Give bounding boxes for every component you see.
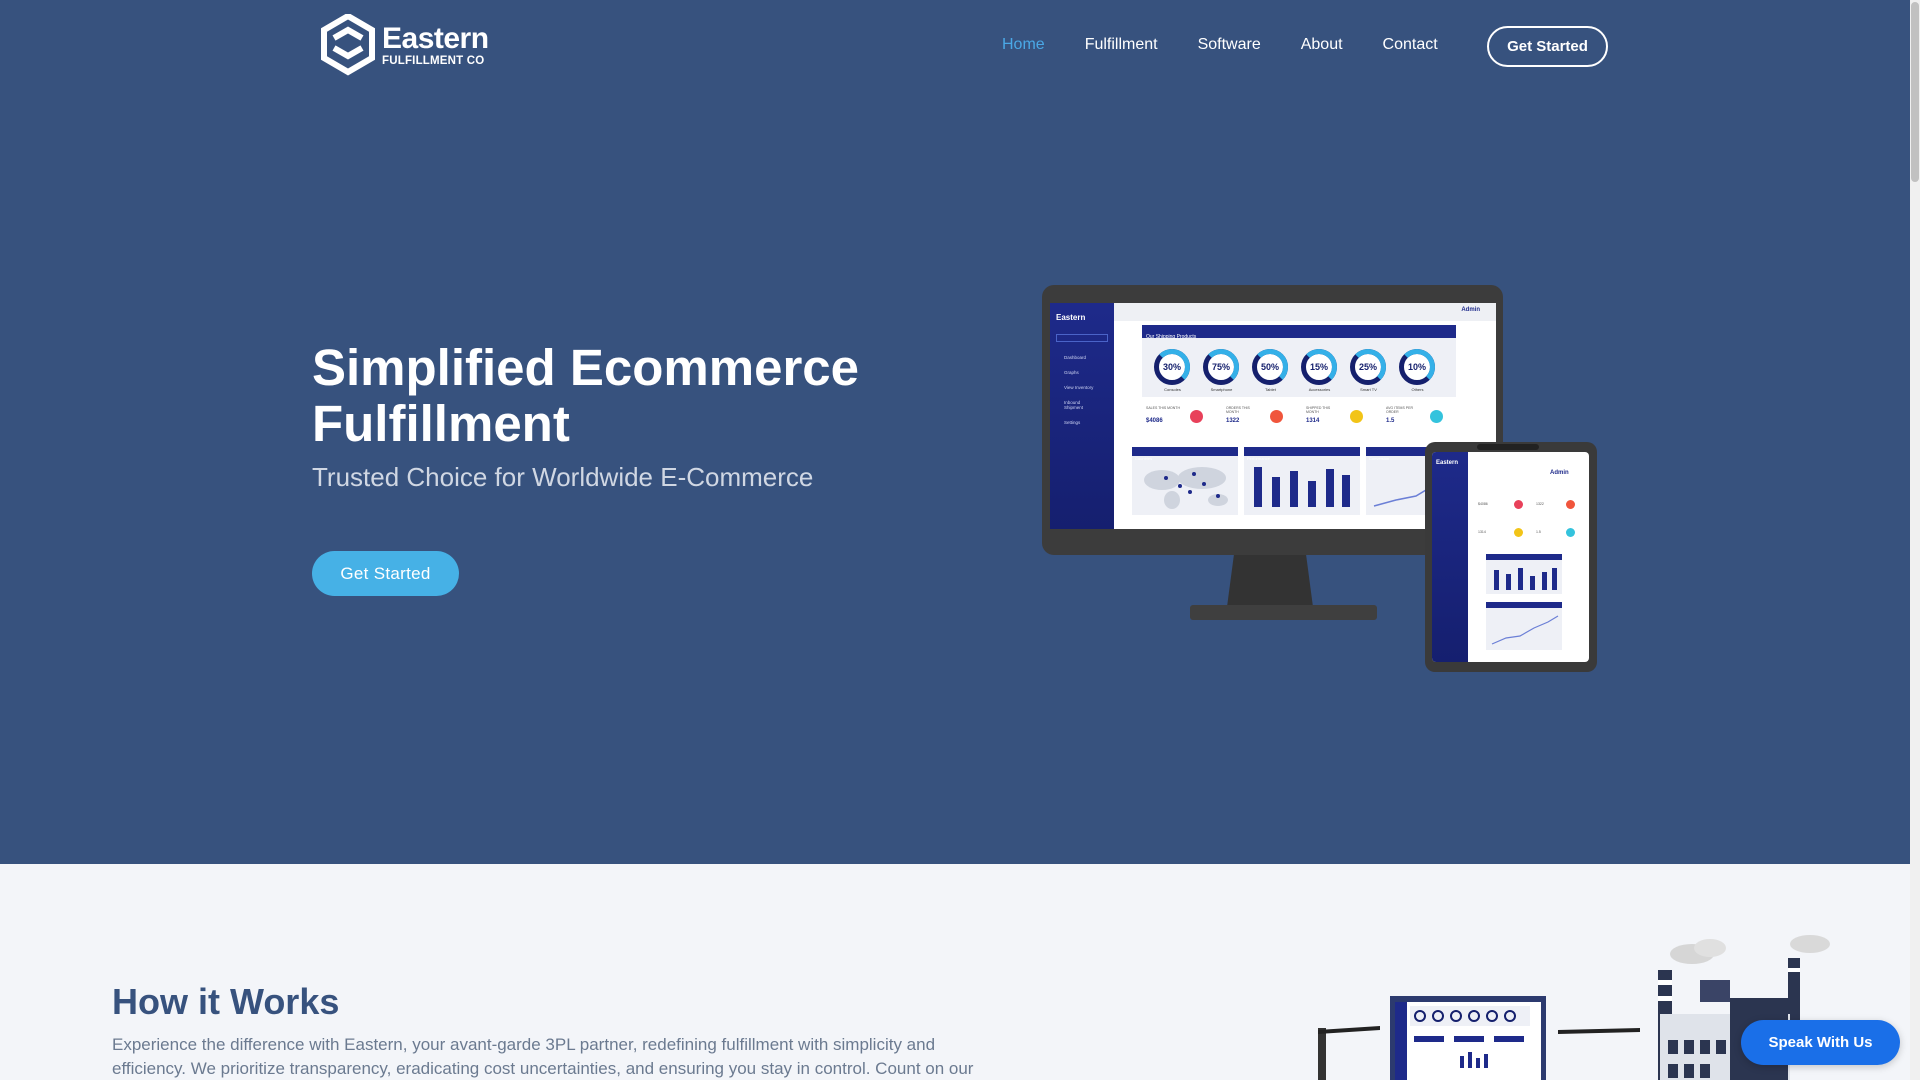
scrollbar-thumb[interactable] [1911,2,1919,182]
sidebar-item-inbound: Inbound Shipment [1064,400,1084,410]
tablet-line-card [1486,602,1562,650]
nav-software[interactable]: Software [1198,36,1261,54]
eastern-logo-icon [321,14,375,76]
sidebar-item-dashboard: Dashboard [1064,355,1087,360]
tablet-screen: Eastern Admin $4086 1322 1314 1.5 [1432,452,1589,662]
nav-contact[interactable]: Contact [1383,36,1438,54]
shipped-icon [1350,410,1363,423]
logo-name: Eastern [382,22,489,56]
dashboard-search [1056,334,1108,342]
how-it-works-title: How it Works [112,981,340,1022]
ring-others: 10% [1399,349,1435,385]
sidebar-item-graphs: Graphs [1064,370,1079,375]
hero-subtitle: Trusted Choice for Worldwide E-Commerce [312,462,814,492]
ring-tablet: 50% [1252,349,1288,385]
avg-items-icon [1430,410,1443,423]
ring-consoles: 30% [1154,349,1190,385]
ring-accessories: 15% [1301,349,1337,385]
shipping-products-panel: Our Shipping Products 30% 75% 50% 15% 25… [1142,325,1456,397]
main-nav: Home Fulfillment Software About Contact [1002,36,1478,54]
how-it-works-text: Experience the difference with Eastern, … [112,1035,974,1078]
performance-card: Performance [1244,447,1360,515]
ring-smart-tv: 25% [1350,349,1386,385]
countries-card: Countries [1132,447,1238,515]
nav-about[interactable]: About [1301,36,1343,54]
orders-icon [1270,410,1283,423]
nav-home[interactable]: Home [1002,36,1045,54]
dashboard-sidebar: Eastern Dashboard Graphs View Inventory … [1050,303,1114,529]
sidebar-item-inventory: View Inventory [1064,385,1094,390]
hero-get-started-button[interactable]: Get Started [312,551,459,596]
hero-section: Eastern FULFILLMENT CO Home Fulfillment … [0,0,1920,864]
monitor-base [1190,605,1377,620]
sidebar-item-settings: Settings [1064,420,1081,425]
tablet-bar-card [1486,554,1562,594]
logo-tagline: FULFILLMENT CO [382,55,485,68]
dashboard-user: Admin [1461,307,1480,313]
speak-with-us-button[interactable]: Speak With Us [1741,1020,1900,1065]
nav-fulfillment[interactable]: Fulfillment [1085,36,1158,54]
tablet-notch [1477,444,1539,450]
sales-icon [1190,410,1203,423]
monitor-stand [1227,555,1313,607]
stats-row: SALES THIS MONTH $4086 ORDERS THIS MONTH… [1146,406,1466,436]
site-logo[interactable]: Eastern FULFILLMENT CO [320,14,489,78]
hero-title: Simplified Ecommerce Fulfillment [312,339,860,452]
page-scrollbar[interactable] [1910,0,1920,1080]
panel-title: Our Shipping Products [1146,334,1197,340]
header-get-started-button[interactable]: Get Started [1487,26,1608,67]
ring-smartphone: 75% [1203,349,1239,385]
dashboard-brand: Eastern [1056,313,1086,322]
world-map-icon [1144,467,1228,509]
tablet-mockup: Eastern Admin $4086 1322 1314 1.5 [1425,442,1597,672]
